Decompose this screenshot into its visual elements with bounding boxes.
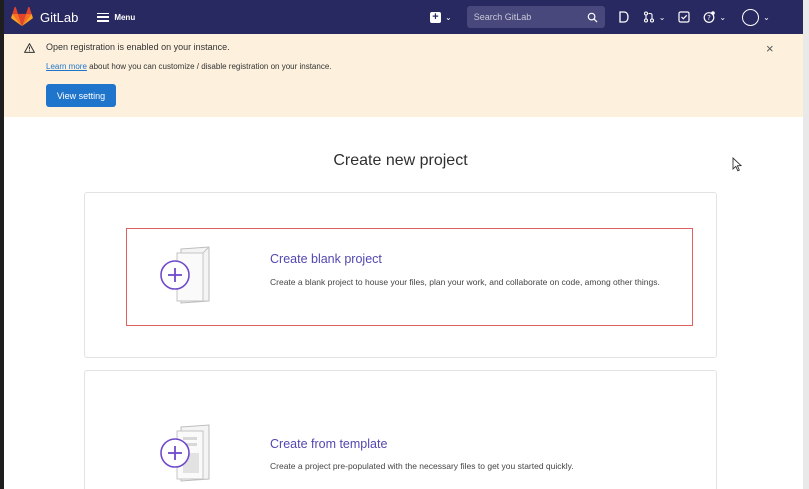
svg-text:?: ?	[708, 14, 712, 22]
search-icon	[587, 12, 598, 23]
menu-label: Menu	[114, 12, 136, 22]
plus-square-icon: +	[430, 11, 441, 23]
browser-content: GitLab Menu + ⌄ Search GitLab ⌄ ? ⌄ ⌄ Op…	[4, 0, 803, 489]
close-icon[interactable]: ×	[766, 41, 774, 56]
template-illustration-icon	[160, 424, 210, 482]
avatar-icon	[742, 8, 760, 26]
issues-button[interactable]	[618, 11, 630, 23]
help-icon: ?	[704, 11, 716, 23]
gitlab-home-link[interactable]: GitLab	[11, 7, 78, 27]
chevron-down-icon: ⌄	[658, 12, 666, 22]
gitlab-logo-icon	[11, 7, 33, 27]
search-input[interactable]: Search GitLab	[474, 12, 587, 22]
view-setting-button[interactable]: View setting	[46, 84, 116, 107]
user-menu-button[interactable]: ⌄	[742, 8, 770, 26]
registration-alert: Open registration is enabled on your ins…	[4, 34, 803, 117]
top-navbar: GitLab Menu + ⌄ Search GitLab ⌄ ? ⌄ ⌄	[4, 0, 803, 34]
alert-body: Learn more about how you can customize /…	[46, 62, 332, 71]
issues-icon	[619, 11, 629, 23]
chevron-down-icon: ⌄	[719, 12, 727, 22]
warning-icon	[24, 43, 35, 53]
merge-request-icon	[643, 11, 654, 23]
blank-project-illustration-icon	[160, 246, 210, 304]
create-blank-project-link[interactable]: Create blank project	[270, 252, 382, 266]
blank-project-description: Create a blank project to house your fil…	[270, 277, 660, 287]
chevron-down-icon: ⌄	[445, 12, 452, 22]
new-dropdown-button[interactable]: + ⌄	[430, 11, 452, 23]
create-from-template-link[interactable]: Create from template	[270, 437, 387, 451]
brand-name: GitLab	[40, 9, 79, 25]
cursor-icon	[732, 157, 742, 172]
alert-body-text: about how you can customize / disable re…	[86, 62, 332, 71]
learn-more-link[interactable]: Learn more	[46, 62, 87, 71]
template-description: Create a project pre-populated with the …	[270, 461, 574, 471]
right-edge	[803, 0, 809, 489]
template-project-panel[interactable]: Create from template Create a project pr…	[84, 370, 717, 489]
navbar-actions: + ⌄ Search GitLab ⌄ ? ⌄ ⌄	[430, 0, 770, 34]
alert-title: Open registration is enabled on your ins…	[46, 42, 230, 52]
menu-button[interactable]: Menu	[97, 12, 136, 22]
blank-project-panel[interactable]: Create blank project Create a blank proj…	[84, 192, 717, 358]
merge-requests-button[interactable]: ⌄	[643, 11, 666, 23]
help-button[interactable]: ? ⌄	[703, 11, 726, 23]
page-title: Create new project	[333, 152, 468, 169]
chevron-down-icon: ⌄	[763, 12, 770, 22]
search-box[interactable]: Search GitLab	[466, 6, 605, 28]
hamburger-icon	[97, 12, 110, 22]
todo-icon	[678, 11, 691, 23]
todos-button[interactable]	[678, 11, 691, 23]
